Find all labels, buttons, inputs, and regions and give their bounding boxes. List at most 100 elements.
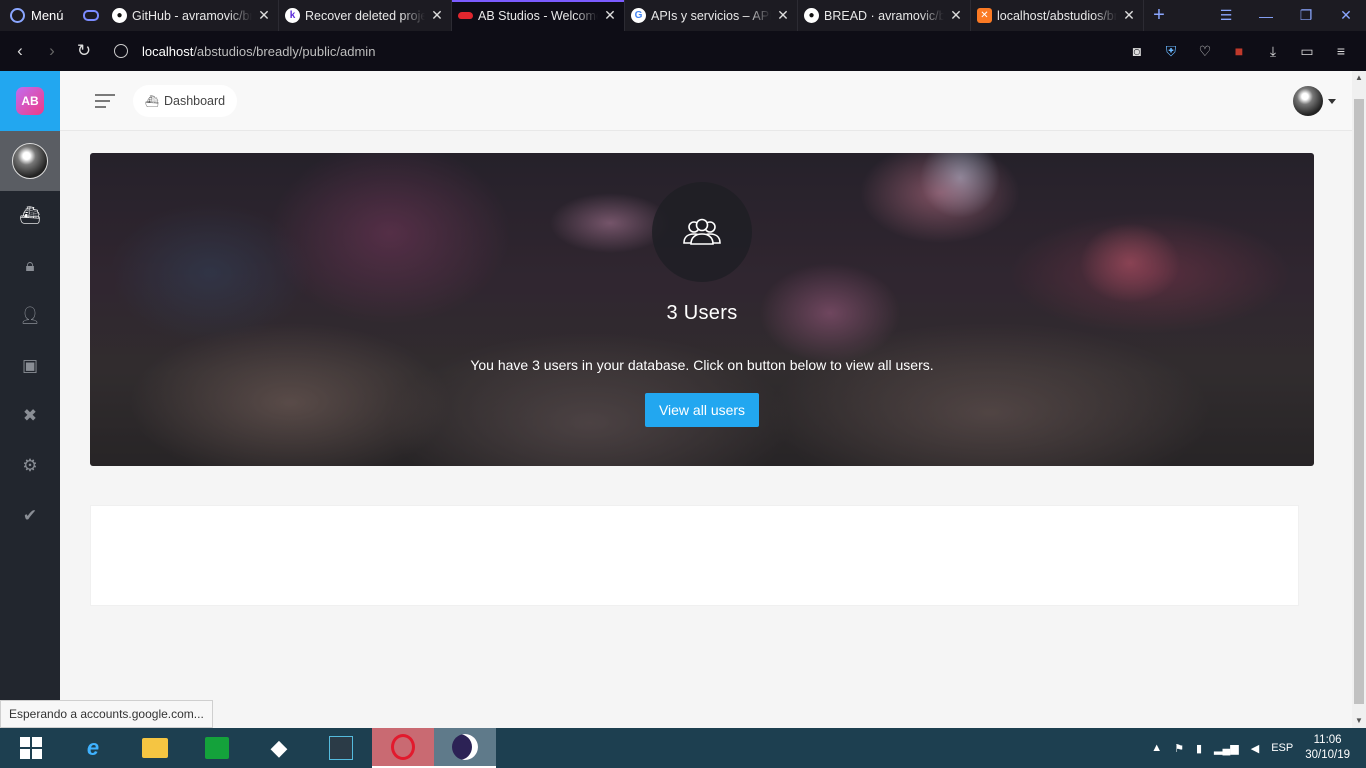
breadcrumb[interactable]: ⛴ Dashboard [133,85,238,117]
tab-title: BREAD · avramovic/bread [824,8,944,23]
scroll-down-icon[interactable]: ▼ [1352,714,1366,728]
github-icon: ● [112,8,127,23]
reload-icon[interactable]: ↻ [68,41,100,61]
download-icon[interactable]: ⤓ [1258,43,1288,60]
clock-date: 30/10/19 [1305,749,1350,761]
scroll-up-icon[interactable]: ▲ [1352,71,1366,85]
tab-title: Recover deleted projects [305,8,425,23]
heart-icon[interactable]: ♡ [1190,43,1220,60]
window-controls: ☰ — ❐ ✕ [1206,0,1366,31]
hamburger-menu-icon[interactable] [95,94,115,112]
tools-icon: ✖ [22,406,38,425]
empty-panel [90,505,1299,606]
settings-sliders-icon[interactable]: ≡ [1326,43,1356,59]
sidebar-item-users[interactable]: 👤︎ [0,291,60,341]
users-group-icon [652,182,752,282]
gamepad-icon[interactable] [76,0,106,31]
tab-title: AB Studios - Welcome [478,8,598,23]
browser-tab[interactable]: ● GitHub - avramovic/bread ✕ [106,0,279,31]
url-path: /abstudios/breadly/public/admin [193,43,376,59]
avatar [1293,86,1323,116]
chevron-up-icon[interactable]: ▲ [1151,742,1162,754]
address-bar: ‹ › ↻ localhost/abstudios/breadly/public… [0,31,1366,71]
tab-title: APIs y servicios – APIs [651,8,771,23]
system-tray: ▲ ⚑ ▮ ▂▄▆ ◀ ESP 11:06 30/10/19 [1151,733,1366,763]
images-icon: ▣ [21,356,39,375]
browser-tab[interactable]: G APIs y servicios – APIs ✕ [625,0,798,31]
close-icon[interactable]: ✕ [602,7,618,24]
gear-icon: ⚙ [22,456,38,475]
sidebar-logo[interactable]: AB [0,71,60,131]
xampp-icon: ✕ [977,8,992,23]
volume-icon[interactable]: ◀ [1251,742,1259,755]
camera-icon[interactable]: ◙ [1122,43,1152,59]
clock-time: 11:06 [1313,734,1342,746]
close-icon[interactable]: ✕ [256,7,272,24]
restore-icon[interactable]: ❐ [1286,0,1326,31]
wifi-icon[interactable]: ▂▄▆ [1214,742,1239,755]
breadcrumb-label: Dashboard [163,94,226,108]
opera-menu-button[interactable]: Menú [0,0,76,31]
opera-taskbar-icon[interactable] [372,728,434,768]
scroll-thumb[interactable] [1354,99,1364,704]
sidebar-user[interactable] [0,131,60,191]
users-count-title: 3 Users [666,302,738,324]
store-icon[interactable] [186,728,248,768]
avatar [12,143,48,179]
browser-tab[interactable]: k Recover deleted projects ✕ [279,0,452,31]
battery-icon[interactable]: ▮ [1196,742,1202,755]
minimize-icon[interactable]: — [1246,0,1286,31]
clock[interactable]: 11:06 30/10/19 [1305,733,1350,763]
ab-logo: AB [16,87,44,115]
battery-saver-icon[interactable]: ▭ [1292,43,1322,60]
internet-explorer-icon[interactable]: e [62,728,124,768]
lock-icon: 🔒︎ [25,256,35,275]
sidebar: AB ⛴ 🔒︎ 👤︎ ▣ ✖ ⚙ ✔ [0,71,60,728]
windows-start-icon[interactable] [0,728,62,768]
browser-tab[interactable]: ✕ localhost/abstudios/bread ✕ [971,0,1144,31]
users-widget: 3 Users You have 3 users in your databas… [90,153,1314,466]
sidebar-item-media[interactable]: ▣ [0,341,60,391]
page-scrollbar[interactable]: ▲ ▼ [1352,71,1366,728]
profile-dropdown[interactable] [1293,86,1336,116]
close-icon[interactable]: ✕ [948,7,964,24]
tab-menu-icon[interactable]: ☰ [1206,0,1246,31]
back-icon[interactable]: ‹ [4,41,36,61]
admin-app: AB ⛴ 🔒︎ 👤︎ ▣ ✖ ⚙ ✔ ⛴ Dashboard 3 Users Y… [0,71,1352,728]
sidebar-item-check[interactable]: ✔ [0,491,60,541]
url-field[interactable]: localhost/abstudios/breadly/public/admin [114,44,375,59]
close-icon[interactable]: ✕ [1121,7,1137,24]
close-icon[interactable]: ✕ [429,7,445,24]
k-icon: k [285,8,300,23]
check-circle-icon: ✔ [22,506,38,525]
view-all-users-button[interactable]: View all users [644,393,760,427]
sidebar-item-settings[interactable]: ⚙ [0,441,60,491]
flag-icon[interactable]: ⚑ [1174,742,1184,755]
opera-logo-icon [10,8,25,23]
git-kraken-icon[interactable]: ◆ [248,728,310,768]
boat-icon: ⛴ [145,95,159,108]
sidebar-item-tools[interactable]: ✖ [0,391,60,441]
filmora-icon[interactable] [310,728,372,768]
google-icon: G [631,8,646,23]
adblock-icon[interactable]: ⛨ [1156,43,1186,60]
browser-tabbar: Menú ● GitHub - avramovic/bread ✕ k Reco… [0,0,1366,31]
browser-tab[interactable]: ● BREAD · avramovic/bread ✕ [798,0,971,31]
github-icon: ● [804,8,819,23]
eclipse-taskbar-icon[interactable] [434,728,496,768]
tab-title: localhost/abstudios/bread [997,8,1117,23]
browser-tab-active[interactable]: AB Studios - Welcome ✕ [452,0,625,31]
file-explorer-icon[interactable] [124,728,186,768]
close-window-icon[interactable]: ✕ [1326,0,1366,31]
new-tab-button[interactable]: + [1144,0,1174,31]
sidebar-item-dashboard[interactable]: ⛴ [0,191,60,241]
forward-icon[interactable]: › [36,41,68,61]
globe-icon [114,44,128,58]
language-indicator[interactable]: ESP [1271,742,1293,754]
person-icon: 👤︎ [19,306,41,325]
extension-cube-icon[interactable]: ■ [1224,43,1254,59]
close-icon[interactable]: ✕ [775,7,791,24]
tab-title: GitHub - avramovic/bread [132,8,252,23]
users-description: You have 3 users in your database. Click… [470,357,934,373]
sidebar-item-roles[interactable]: 🔒︎ [0,241,60,291]
